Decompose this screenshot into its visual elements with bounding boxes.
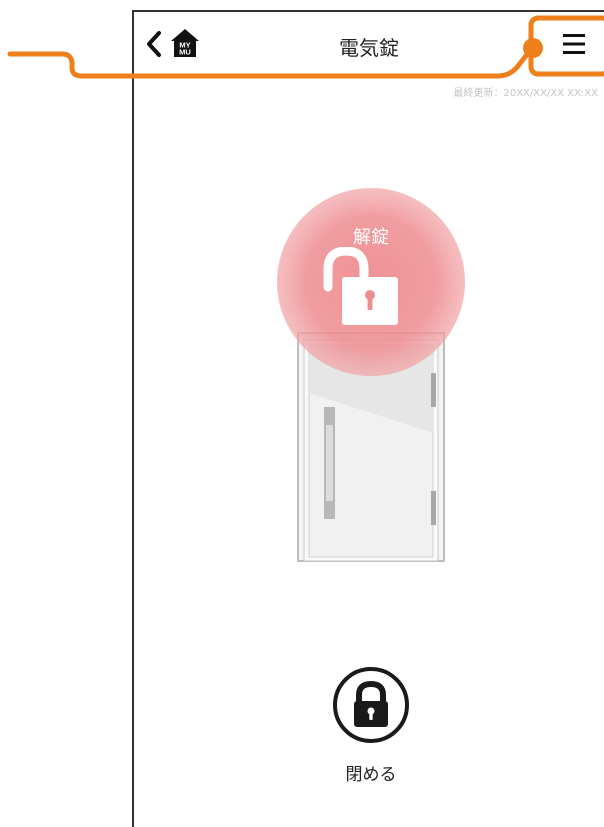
- padlock-open-icon: [323, 247, 398, 325]
- menu-button[interactable]: [552, 22, 596, 66]
- last-updated-timestamp: 最終更新：20XX/XX/XX XX:XX: [453, 88, 598, 99]
- page-title: 電気錠: [339, 36, 399, 60]
- lock-status-indicator: 解錠: [276, 187, 466, 377]
- app-header: MY MU 電気錠: [134, 12, 604, 78]
- hamburger-menu-icon: [563, 34, 585, 54]
- lock-door-button[interactable]: [331, 665, 411, 745]
- lock-door-label[interactable]: 閉める: [310, 760, 432, 785]
- door-hinge-lower: [431, 491, 436, 525]
- app-screen: MY MU 電気錠 最終更新：20XX/XX/XX XX:XX 解錠 閉める: [0, 0, 604, 827]
- lock-status-label: 解錠: [353, 227, 389, 248]
- phone-frame-left-edge: [132, 10, 134, 827]
- door-hinge-upper: [431, 373, 436, 407]
- padlock-closed-icon: [333, 667, 409, 743]
